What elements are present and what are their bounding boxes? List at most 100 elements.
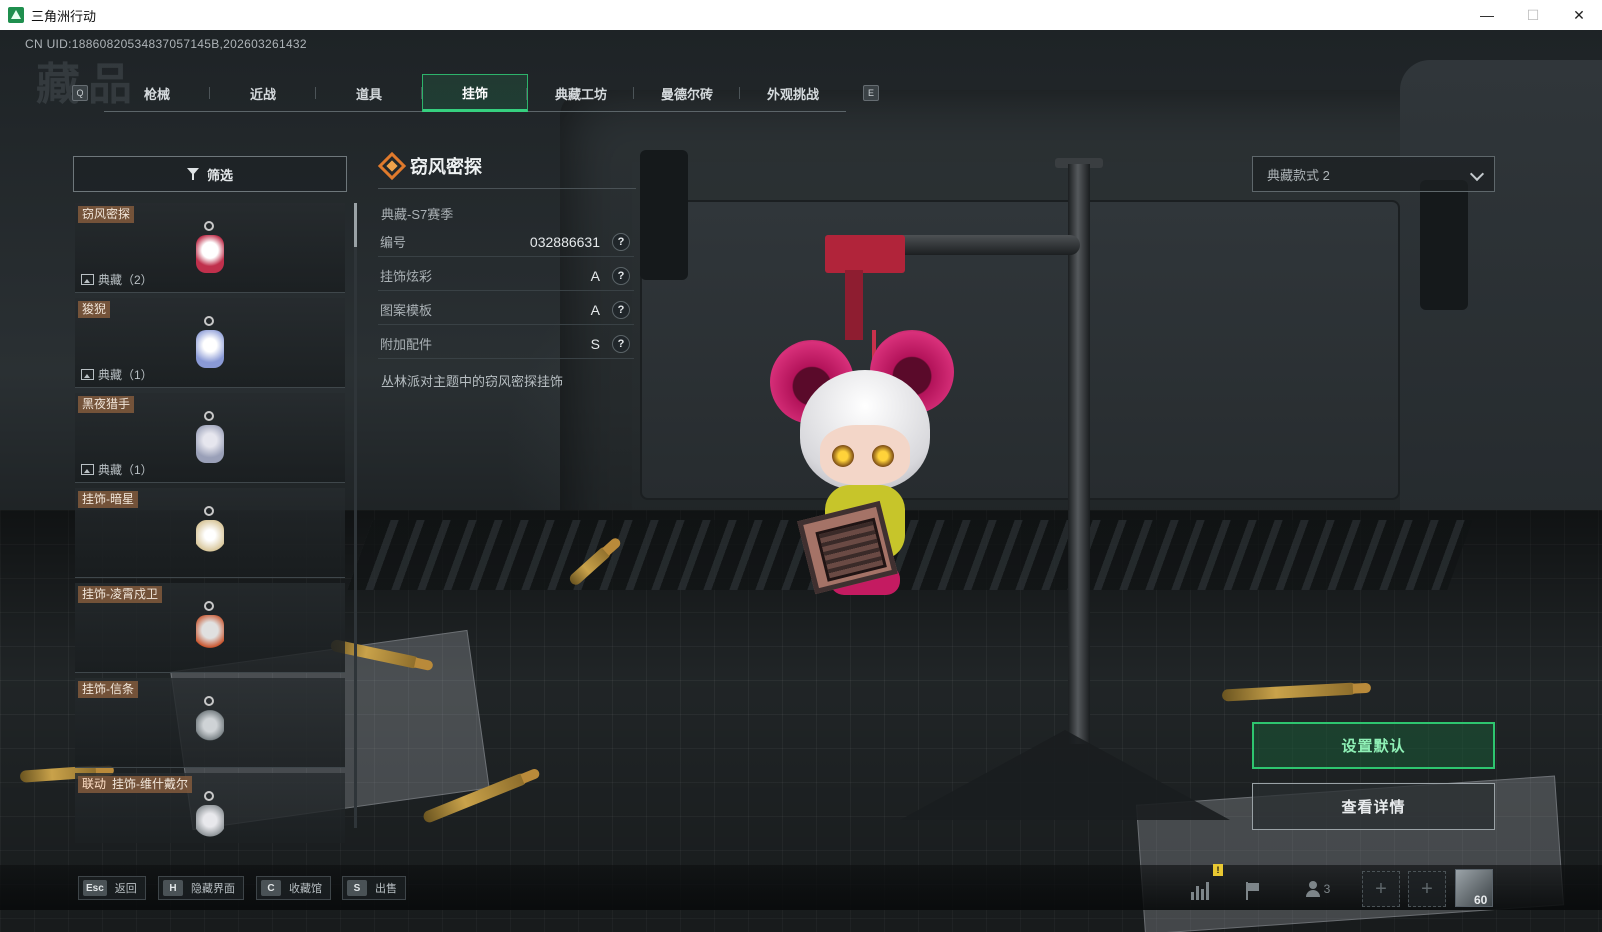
friends-button[interactable]: 3 xyxy=(1298,878,1338,900)
property-label: 编号 xyxy=(380,235,407,250)
tab-items[interactable]: 道具 xyxy=(316,74,422,112)
charm-list-item[interactable]: 窃风密探 典藏（2） xyxy=(75,203,345,293)
charm-list-scrollbar[interactable] xyxy=(354,203,357,828)
charm-list-item[interactable]: 黑夜猎手 典藏（1） xyxy=(75,393,345,483)
friends-count: 3 xyxy=(1323,882,1331,896)
charm-eye xyxy=(872,445,894,467)
image-icon xyxy=(81,369,94,380)
charm-thumbnail xyxy=(190,791,230,843)
maximize-button[interactable]: ☐ xyxy=(1510,0,1556,30)
charm-ring-icon xyxy=(204,221,214,231)
prev-tab-key[interactable]: Q xyxy=(72,85,88,101)
charm-list: 窃风密探 典藏（2） 狻猊 典藏（1） 黑夜猎手 典藏（1） 挂饰-暗星 挂饰-… xyxy=(75,203,345,843)
add-slot-button[interactable]: + xyxy=(1408,871,1446,907)
charm-ring-icon xyxy=(204,506,214,516)
help-icon[interactable]: ? xyxy=(612,300,630,319)
rarity-diamond-icon xyxy=(377,151,407,181)
charm-list-item[interactable]: 联动 挂饰-维什戴尔 xyxy=(75,773,345,843)
collab-badge: 联动 xyxy=(82,777,107,791)
charm-list-item[interactable]: 狻猊 典藏（1） xyxy=(75,298,345,388)
stats-icon[interactable] xyxy=(1188,878,1212,900)
close-button[interactable]: ✕ xyxy=(1556,0,1602,30)
charm-figure-icon xyxy=(196,520,224,558)
charm-name-text: 挂饰-维什戴尔 xyxy=(112,777,189,791)
view-details-button[interactable]: 查看详情 xyxy=(1252,783,1495,830)
property-value: S xyxy=(590,335,600,352)
charm-ring-icon xyxy=(204,411,214,421)
help-icon[interactable]: ? xyxy=(612,334,630,353)
charm-figure-icon xyxy=(196,425,224,463)
season-label: 典藏-S7赛季 xyxy=(381,207,454,222)
charm-name: 黑夜猎手 xyxy=(78,396,135,413)
property-value: 032886631 xyxy=(529,233,600,250)
hint-label: 出售 xyxy=(375,883,397,895)
window-title: 三角洲行动 xyxy=(31,8,97,24)
hint-hide-ui[interactable]: H 隐藏界面 xyxy=(158,876,244,900)
charm-figure-icon xyxy=(196,615,224,653)
collection-count-label: 典藏（1） xyxy=(98,368,153,382)
hint-label: 返回 xyxy=(114,883,137,895)
tab-mandel-brick[interactable]: 曼德尔砖 xyxy=(634,74,740,112)
charm-ring-icon xyxy=(204,601,214,611)
window-titlebar: 三角洲行动 — ☐ ✕ xyxy=(0,0,1602,30)
charm-description: 丛林派对主题中的窃风密探挂饰 xyxy=(381,374,564,389)
hint-label: 收藏馆 xyxy=(289,883,322,895)
help-icon[interactable]: ? xyxy=(612,232,630,251)
filter-label: 筛选 xyxy=(206,167,233,183)
minimize-button[interactable]: — xyxy=(1464,0,1510,30)
charm-thumbnail xyxy=(190,411,230,471)
charm-figure-icon xyxy=(196,330,224,368)
charm-list-item[interactable]: 挂饰-信条 xyxy=(75,678,345,768)
charm-thumbnail xyxy=(190,696,230,756)
key-cap: C xyxy=(261,880,281,896)
property-row-attachment: 附加配件 S ? xyxy=(378,329,634,359)
collection-style-value: 典藏款式 2 xyxy=(1267,167,1330,183)
collection-style-dropdown[interactable]: 典藏款式 2 xyxy=(1252,156,1495,192)
flag-icon[interactable] xyxy=(1240,878,1264,900)
charm-figure-icon xyxy=(196,805,224,843)
user-icon xyxy=(1305,881,1320,897)
app-logo-icon xyxy=(8,7,24,23)
filter-button[interactable]: 筛选 xyxy=(73,156,347,192)
red-clamp xyxy=(825,235,905,273)
tab-collection-workshop[interactable]: 典藏工坊 xyxy=(528,74,634,112)
charm-3d-model[interactable] xyxy=(770,310,960,610)
charm-list-item[interactable]: 挂饰-凌霄戍卫 xyxy=(75,583,345,673)
image-icon xyxy=(81,464,94,475)
hint-sell[interactable]: S 出售 xyxy=(342,876,406,900)
charm-list-item[interactable]: 挂饰-暗星 xyxy=(75,488,345,578)
scrollbar-thumb[interactable] xyxy=(354,203,357,247)
key-cap: Esc xyxy=(83,880,107,896)
collection-count: 典藏（1） xyxy=(81,461,153,478)
help-icon[interactable]: ? xyxy=(612,266,630,285)
set-default-button[interactable]: 设置默认 xyxy=(1252,722,1495,769)
chevron-down-icon xyxy=(1469,166,1485,182)
hint-gallery[interactable]: C 收藏馆 xyxy=(256,876,331,900)
charm-title: 窃风密探 xyxy=(377,151,482,181)
charm-title-text: 窃风密探 xyxy=(410,157,482,177)
collection-count: 典藏（1） xyxy=(81,366,153,383)
charm-ring-icon xyxy=(204,791,214,801)
property-label: 挂饰炫彩 xyxy=(380,269,433,284)
tab-melee[interactable]: 近战 xyxy=(210,74,316,112)
property-row-serial: 编号 032886631 ? xyxy=(378,227,634,257)
display-stand-arm xyxy=(885,235,1080,255)
next-tab-key[interactable]: E xyxy=(863,85,879,101)
crate-latch xyxy=(1420,180,1468,310)
collection-count-label: 典藏（2） xyxy=(98,273,153,287)
window-controls: — ☐ ✕ xyxy=(1464,0,1602,30)
tab-guns[interactable]: 枪械 xyxy=(104,74,210,112)
charm-thumbnail xyxy=(190,221,230,281)
property-label: 附加配件 xyxy=(380,337,433,352)
add-slot-button[interactable]: + xyxy=(1362,871,1400,907)
collection-count: 典藏（2） xyxy=(81,271,153,288)
property-row-color: 挂饰炫彩 A ? xyxy=(378,261,634,291)
charm-ring-icon xyxy=(204,316,214,326)
charm-figure-icon xyxy=(196,235,224,273)
tab-charms[interactable]: 挂饰 xyxy=(422,74,528,112)
property-value: A xyxy=(590,301,600,318)
tab-appearance-challenge[interactable]: 外观挑战 xyxy=(740,74,846,112)
hint-back[interactable]: Esc 返回 xyxy=(78,876,146,900)
filter-icon xyxy=(186,167,201,181)
player-level: 60 xyxy=(1474,893,1488,907)
